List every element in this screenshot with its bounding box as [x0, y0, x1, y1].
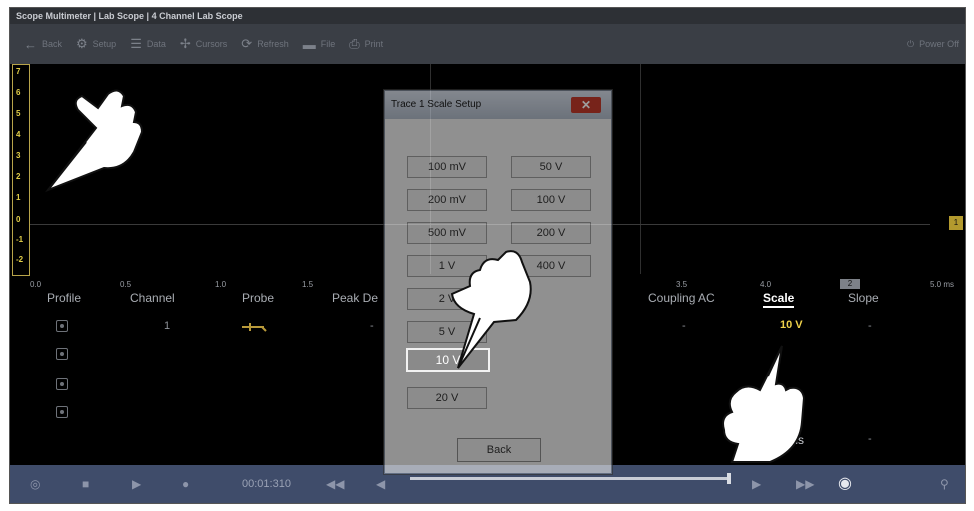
scale-option[interactable]: 500 mV: [407, 222, 487, 244]
back-label: Back: [42, 39, 63, 49]
y-tick: 0: [16, 215, 21, 224]
col-channel[interactable]: Channel: [130, 291, 175, 305]
eye-icon[interactable]: [56, 378, 68, 390]
close-button[interactable]: ✕: [571, 97, 601, 113]
camera-icon[interactable]: ◎: [30, 465, 40, 503]
data-label: Data: [146, 39, 166, 49]
back-button[interactable]: ← Back: [24, 37, 62, 52]
playback-slider[interactable]: [410, 477, 730, 480]
y-tick: 2: [16, 172, 21, 181]
y-tick: -1: [16, 235, 24, 244]
scale-option[interactable]: 100 V: [511, 189, 591, 211]
col-slope[interactable]: Slope: [848, 291, 879, 305]
y-tick: 1: [16, 193, 21, 202]
eye-icon[interactable]: [56, 406, 68, 418]
fast-forward-icon[interactable]: ▶▶: [796, 465, 814, 503]
y-tick: 4: [16, 130, 21, 139]
slider-thumb[interactable]: [727, 473, 731, 484]
y-axis: 7 6 5 4 3 2 1 0 -1 -2: [12, 64, 30, 276]
row1-scale[interactable]: 10 V: [780, 319, 803, 331]
print-button[interactable]: ⎙ Print: [349, 36, 383, 52]
step-forward-icon[interactable]: ▶: [752, 465, 761, 503]
row1-slope: -: [868, 320, 872, 332]
scale-option[interactable]: 50 V: [511, 156, 591, 178]
zoom-icon[interactable]: ⚲: [940, 465, 949, 503]
play-icon[interactable]: ▶: [132, 465, 141, 503]
eye-icon[interactable]: [56, 348, 68, 360]
scale-option[interactable]: 200 mV: [407, 189, 487, 211]
data-button[interactable]: ☰ Data: [130, 36, 166, 52]
y-tick: 6: [16, 88, 21, 97]
data-icon: ☰: [130, 36, 142, 51]
setup-button[interactable]: ⚙ Setup: [76, 36, 116, 52]
pointing-hand-icon: [722, 345, 806, 463]
x-tick: 4.0: [760, 280, 772, 289]
record-icon[interactable]: ●: [182, 465, 189, 503]
col-scale[interactable]: Scale: [763, 291, 795, 308]
refresh-icon: ⟳: [241, 36, 253, 51]
dialog-back-button[interactable]: Back: [457, 438, 541, 462]
wrench-icon: ⚙: [76, 36, 88, 51]
x-tick: 5.0 ms: [930, 280, 955, 289]
y-tick: 3: [16, 151, 21, 160]
printer-icon: ⎙: [349, 36, 360, 51]
col-coupling[interactable]: Coupling AC: [648, 291, 715, 305]
x-marker[interactable]: 2: [840, 279, 860, 289]
toolbar: ← Back ⚙ Setup ☰ Data ✢ Cursors ⟳ Refres…: [10, 24, 965, 64]
scale-option[interactable]: 200 V: [511, 222, 591, 244]
y-tick: 5: [16, 109, 21, 118]
window-title: Scope Multimeter | Lab Scope | 4 Channel…: [10, 8, 965, 24]
x-tick: 0.0: [30, 280, 42, 289]
grid-line: [640, 64, 641, 274]
row1-peak: -: [370, 320, 374, 332]
y-tick: 7: [16, 67, 21, 76]
scale-option[interactable]: 20 V: [407, 387, 487, 409]
cursors-label: Cursors: [195, 39, 228, 49]
x-tick: 1.0: [215, 280, 227, 289]
power-icon: ⏻: [907, 38, 915, 49]
rewind-icon[interactable]: ◀◀: [326, 465, 344, 503]
setup-label: Setup: [92, 39, 117, 49]
col-probe[interactable]: Probe: [242, 291, 274, 305]
scale-option[interactable]: 100 mV: [407, 156, 487, 178]
folder-icon: ▬: [302, 36, 316, 52]
row1-channel: 1: [164, 320, 171, 332]
stop-icon[interactable]: ■: [82, 465, 89, 503]
timer: 00:01:310: [242, 478, 291, 490]
col-profile[interactable]: Profile: [47, 291, 81, 305]
eye-icon[interactable]: [56, 320, 68, 332]
app-window: Scope Multimeter | Lab Scope | 4 Channel…: [9, 7, 966, 504]
print-label: Print: [364, 39, 384, 49]
record-button-icon[interactable]: ◉: [838, 465, 852, 503]
x-tick: 1.5: [302, 280, 314, 289]
x-tick: 0.5: [120, 280, 132, 289]
row1-coupling: -: [682, 320, 686, 332]
pointing-hand-icon: [450, 250, 532, 369]
channel-marker[interactable]: 1: [949, 216, 963, 230]
arrow-left-icon: ←: [24, 36, 37, 52]
refresh-button[interactable]: ⟳ Refresh: [241, 36, 288, 52]
x-tick: 3.5: [676, 280, 688, 289]
power-off-button[interactable]: ⏻ Power Off: [907, 24, 959, 64]
file-label: File: [320, 39, 336, 49]
power-off-label: Power Off: [919, 39, 959, 49]
y-tick: -2: [16, 255, 24, 264]
col-peak[interactable]: Peak De: [332, 291, 378, 305]
cursors-button[interactable]: ✢ Cursors: [180, 36, 227, 52]
probe-icon[interactable]: [242, 322, 268, 332]
slope-value: -: [868, 433, 872, 445]
file-button[interactable]: ▬ File: [303, 37, 336, 52]
refresh-label: Refresh: [257, 39, 289, 49]
pointing-hand-icon: [44, 89, 144, 193]
cursors-icon: ✢: [179, 36, 191, 51]
